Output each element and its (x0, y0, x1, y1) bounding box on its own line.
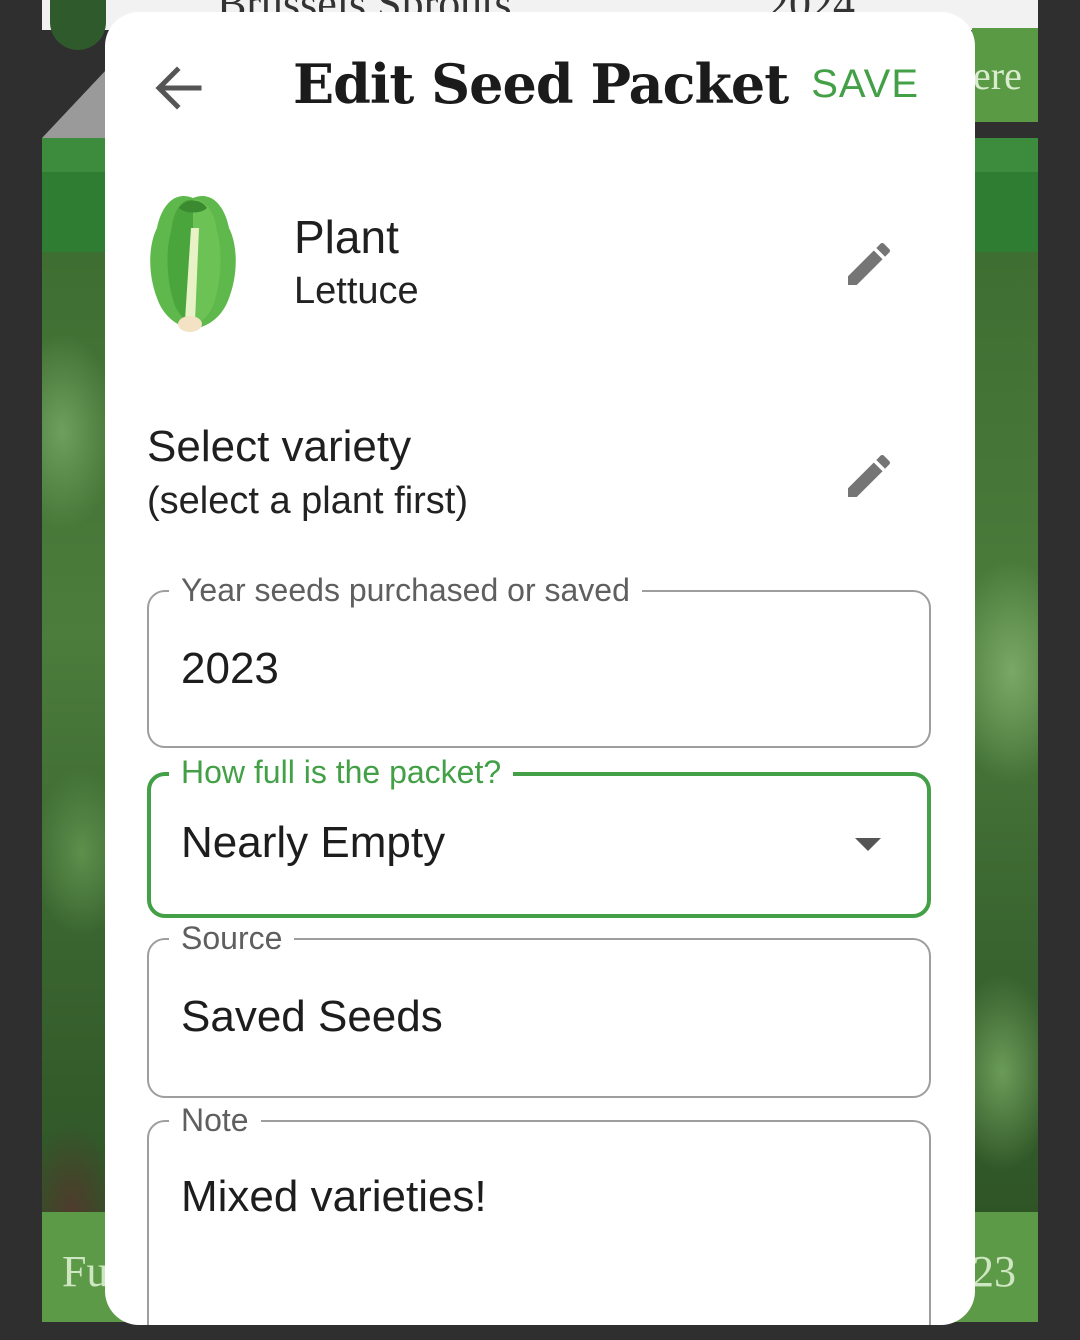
year-field-value[interactable]: 2023 (181, 644, 279, 694)
packet-fullness-select[interactable]: How full is the packet? Nearly Empty (147, 752, 931, 918)
edit-plant-icon[interactable] (841, 236, 897, 292)
variety-hint: (select a plant first) (147, 480, 468, 522)
note-field[interactable]: Note Mixed varieties! (147, 1100, 931, 1325)
note-field-label: Note (169, 1100, 261, 1140)
background-bottom-right-text: 23 (972, 1247, 1016, 1296)
edit-variety-icon[interactable] (841, 448, 897, 504)
packet-fullness-value[interactable]: Nearly Empty (181, 818, 445, 868)
plant-selector[interactable]: Plant Lettuce (105, 184, 975, 344)
variety-label: Select variety (147, 422, 412, 471)
dialog-title: Edit Seed Packet (293, 52, 789, 116)
arrow-left-icon (155, 66, 202, 110)
variety-selector[interactable]: Select variety (select a plant first) (105, 414, 975, 544)
note-field-value[interactable]: Mixed varieties! (181, 1172, 487, 1222)
plant-value: Lettuce (294, 270, 419, 312)
plant-label: Plant (294, 211, 399, 263)
year-field[interactable]: Year seeds purchased or saved 2023 (147, 570, 931, 748)
source-field[interactable]: Source Saved Seeds (147, 918, 931, 1098)
packet-fullness-label: How full is the packet? (169, 752, 514, 792)
dropdown-arrow-icon[interactable] (855, 838, 881, 851)
dialog-header: Edit Seed Packet SAVE (105, 12, 975, 162)
background-bottom-left-text: Fu (62, 1247, 109, 1296)
source-field-label: Source (169, 918, 295, 958)
edit-seed-packet-dialog: Edit Seed Packet SAVE Plant Lettuce Sele… (105, 12, 975, 1325)
background-thumbnail (50, 0, 106, 50)
year-field-label: Year seeds purchased or saved (169, 570, 642, 610)
lettuce-icon (150, 196, 236, 332)
background-right-label: ere (973, 53, 1022, 98)
background-right-band: ere (972, 28, 1038, 122)
source-field-value[interactable]: Saved Seeds (181, 992, 443, 1042)
back-button[interactable] (149, 58, 209, 118)
save-button[interactable]: SAVE (811, 62, 919, 107)
background-corner-shape (42, 70, 106, 138)
